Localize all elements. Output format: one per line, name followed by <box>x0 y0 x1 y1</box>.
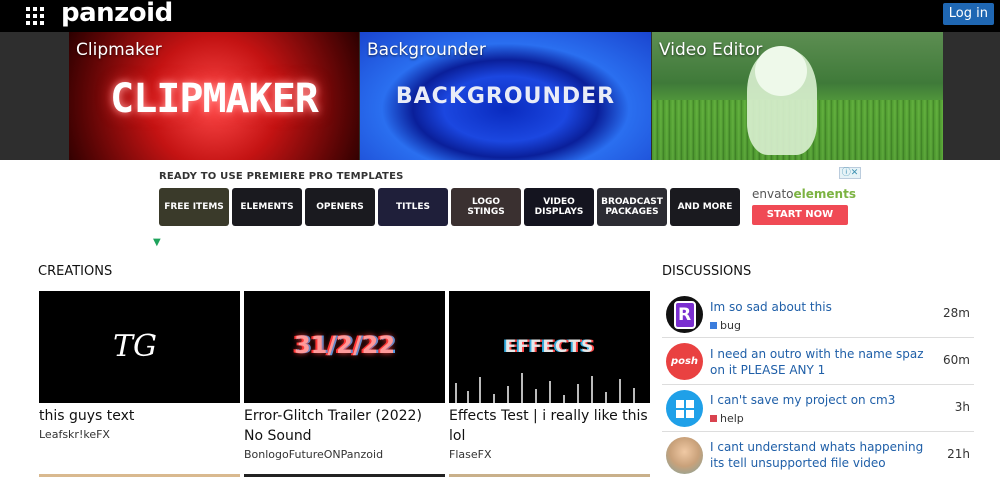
avatar <box>666 437 703 474</box>
discussion-title[interactable]: I cant understand whats happening its te… <box>710 439 940 471</box>
discussion-item[interactable]: I cant understand whats happening its te… <box>662 432 974 479</box>
discussion-title[interactable]: Im so sad about this <box>710 299 940 315</box>
discussion-item[interactable]: R Im so sad about this bug 28m <box>662 291 974 338</box>
envato-prefix: envato <box>752 187 794 201</box>
thumb-text: EFFECTS <box>504 337 595 357</box>
creation-author[interactable]: FlaseFX <box>449 447 650 463</box>
tile-video-editor[interactable]: Video Editor <box>652 32 943 160</box>
clipmaker-art: CLIPMAKER <box>110 76 319 122</box>
windows-logo-icon <box>675 399 694 418</box>
dog-head-image <box>755 46 807 96</box>
discussion-item[interactable]: posh I need an outro with the name spaz … <box>662 338 974 385</box>
creation-thumbnail[interactable]: 31/2/22 <box>244 291 445 403</box>
discussions-heading: DISCUSSIONS <box>662 264 752 279</box>
ad-button-broadcast-packages[interactable]: BROADCAST PACKAGES <box>597 188 667 226</box>
discussion-tag[interactable]: bug <box>710 319 741 333</box>
creations-list: TG this guys text Leafskr!keFX 31/2/22 E… <box>39 291 651 477</box>
ad-button-free-items[interactable]: FREE ITEMS <box>159 188 229 226</box>
creation-title[interactable]: Error-Glitch Trailer (2022) No Sound <box>244 406 445 446</box>
tools-banner: CLIPMAKER Clipmaker BACKGROUNDER Backgro… <box>0 32 1000 160</box>
site-logo[interactable]: panzoid <box>61 0 173 29</box>
creation-author[interactable]: Leafskr!keFX <box>39 427 240 443</box>
tile-label: Backgrounder <box>367 40 486 60</box>
ad-close-icon[interactable]: ⓘ✕ <box>839 167 861 179</box>
avatar: R <box>666 296 703 333</box>
thumb-text: 31/2/22 <box>293 331 396 359</box>
avatar: posh <box>666 343 703 380</box>
creation-title[interactable]: this guys text <box>39 406 240 426</box>
ad-button-elements[interactable]: ELEMENTS <box>232 188 302 226</box>
creation-card: 31/2/22 Error-Glitch Trailer (2022) No S… <box>244 291 445 463</box>
envato-suffix: elements <box>793 187 856 201</box>
tile-label: Clipmaker <box>76 40 162 60</box>
ad-choices-icon[interactable]: ▼ <box>153 237 161 248</box>
ad-banner: READY TO USE PREMIERE PRO TEMPLATES ⓘ✕ F… <box>155 167 863 247</box>
apps-grid-icon[interactable] <box>26 7 44 25</box>
creation-thumbnail[interactable]: TG <box>39 291 240 403</box>
tag-label: bug <box>720 319 741 332</box>
discussion-item[interactable]: I can't save my project on cm3 help 3h <box>662 385 974 432</box>
tag-label: help <box>720 412 744 425</box>
start-now-button[interactable]: START NOW <box>752 205 848 225</box>
avatar-letter: R <box>673 300 696 329</box>
ad-button-logo-stings[interactable]: LOGO STINGS <box>451 188 521 226</box>
creation-thumbnail[interactable]: EFFECTS <box>449 291 650 403</box>
top-navbar: panzoid Log in <box>0 0 1000 32</box>
backgrounder-art: BACKGROUNDER <box>395 84 616 109</box>
tag-color-icon <box>710 415 717 422</box>
ad-button-video-displays[interactable]: VIDEO DISPLAYS <box>524 188 594 226</box>
login-button[interactable]: Log in <box>942 3 994 25</box>
tag-color-icon <box>710 322 717 329</box>
tile-backgrounder[interactable]: BACKGROUNDER Backgrounder <box>360 32 651 160</box>
tile-clipmaker[interactable]: CLIPMAKER Clipmaker <box>69 32 359 160</box>
discussions-list: R Im so sad about this bug 28m posh I ne… <box>662 291 974 479</box>
creations-heading: CREATIONS <box>38 264 113 279</box>
ad-button-and-more[interactable]: AND MORE <box>670 188 740 226</box>
ad-title: READY TO USE PREMIERE PRO TEMPLATES <box>159 171 404 182</box>
avatar <box>666 390 703 427</box>
discussion-time: 21h <box>947 447 970 461</box>
creation-title[interactable]: Effects Test | i really like this lol <box>449 406 650 446</box>
discussion-time: 28m <box>943 306 970 320</box>
thumb-text: TG <box>113 329 157 364</box>
discussion-time: 3h <box>954 400 970 414</box>
tile-label: Video Editor <box>659 40 763 60</box>
creation-card: EFFECTS Effects Test | i really like thi… <box>449 291 650 463</box>
discussion-time: 60m <box>943 353 970 367</box>
envato-logo[interactable]: envatoelements <box>752 187 856 201</box>
ad-button-titles[interactable]: TITLES <box>378 188 448 226</box>
discussion-tag[interactable]: help <box>710 412 744 426</box>
discussion-title[interactable]: I can't save my project on cm3 <box>710 392 940 408</box>
discussion-title[interactable]: I need an outro with the name spaz on it… <box>710 346 940 378</box>
audio-bars <box>449 369 650 403</box>
ad-button-openers[interactable]: OPENERS <box>305 188 375 226</box>
creation-card: TG this guys text Leafskr!keFX <box>39 291 240 443</box>
avatar-text: posh <box>670 356 699 367</box>
creation-author[interactable]: BonlogoFutureONPanzoid <box>244 447 445 463</box>
